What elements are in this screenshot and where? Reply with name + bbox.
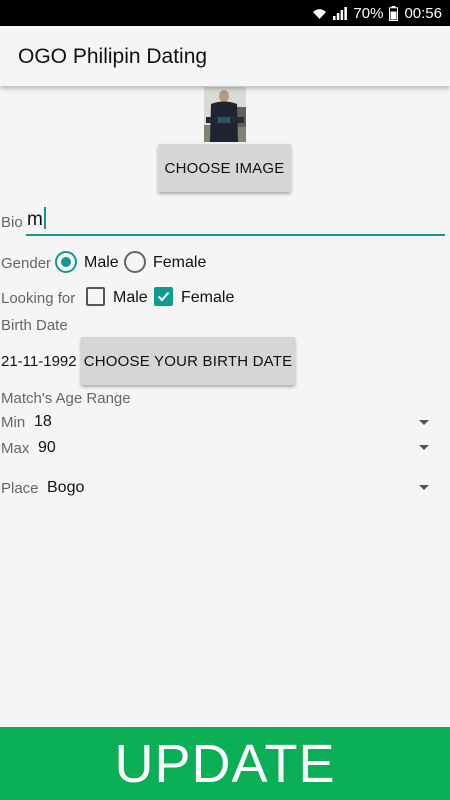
gender-label: Gender <box>1 255 52 272</box>
choose-birth-date-button[interactable]: CHOOSE YOUR BIRTH DATE <box>81 337 295 385</box>
looking-for-female-label[interactable]: Female <box>181 289 234 307</box>
status-indicators: 70% 00:56 <box>312 0 442 26</box>
birth-date-value: 21-11-1992 <box>1 353 77 370</box>
age-range-label: Match's Age Range <box>1 390 131 407</box>
wifi-icon <box>312 7 327 20</box>
gender-male-radio[interactable] <box>55 251 77 273</box>
profile-photo <box>204 87 246 142</box>
text-caret <box>43 207 46 229</box>
place-value[interactable]: Bogo <box>47 479 84 497</box>
app-title: OGO Philipin Dating <box>18 45 208 68</box>
status-bar: 70% 00:56 <box>0 0 450 26</box>
bio-value: m <box>27 209 43 230</box>
chevron-down-icon[interactable] <box>419 445 429 450</box>
chevron-down-icon[interactable] <box>419 420 429 425</box>
looking-for-label: Looking for <box>1 290 76 307</box>
min-age-value[interactable]: 18 <box>34 413 52 431</box>
update-button[interactable]: UPDATE <box>0 727 450 800</box>
checkmark-icon <box>157 291 170 302</box>
choose-image-button[interactable]: CHOOSE IMAGE <box>158 144 291 192</box>
gender-female-label[interactable]: Female <box>153 254 206 272</box>
bio-label: Bio <box>1 214 23 231</box>
gender-female-radio[interactable] <box>124 251 146 273</box>
signal-icon <box>333 6 348 20</box>
chevron-down-icon[interactable] <box>419 485 429 490</box>
looking-for-male-label[interactable]: Male <box>113 289 148 307</box>
app-bar: OGO Philipin Dating <box>0 26 450 86</box>
battery-icon <box>389 5 399 21</box>
bio-input[interactable]: m <box>26 206 445 236</box>
min-age-label: Min <box>1 414 26 431</box>
max-age-label: Max <box>1 440 30 457</box>
looking-for-male-checkbox[interactable] <box>86 287 105 306</box>
status-time: 00:56 <box>404 4 442 22</box>
max-age-value[interactable]: 90 <box>38 439 56 457</box>
looking-for-female-checkbox[interactable] <box>154 287 173 306</box>
battery-percent: 70% <box>353 4 384 22</box>
gender-male-label[interactable]: Male <box>84 254 119 272</box>
place-label: Place <box>1 480 39 497</box>
birth-date-label: Birth Date <box>1 317 68 334</box>
